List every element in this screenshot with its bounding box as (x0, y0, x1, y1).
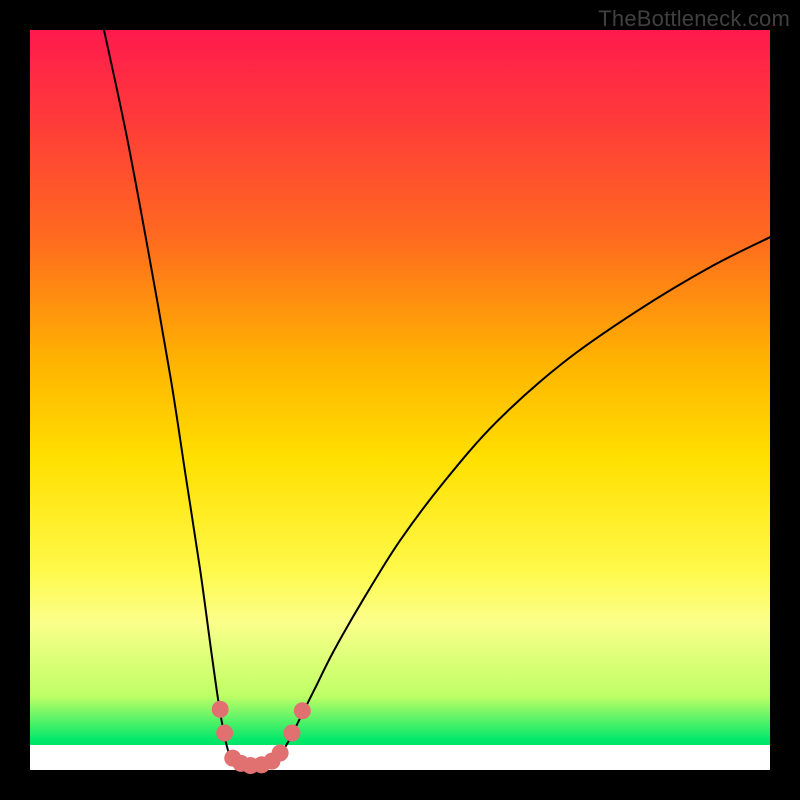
series-curve-left (104, 30, 231, 759)
marker-point (272, 744, 289, 761)
chart-svg (30, 30, 770, 770)
watermark-text: TheBottleneck.com (598, 6, 790, 32)
series-curve-right (278, 237, 770, 759)
marker-point (212, 701, 229, 718)
marker-point (294, 702, 311, 719)
chart-frame: TheBottleneck.com (0, 0, 800, 800)
marker-point (283, 724, 300, 741)
marker-point (216, 724, 233, 741)
curve-group (104, 30, 770, 767)
marker-group (212, 701, 311, 774)
